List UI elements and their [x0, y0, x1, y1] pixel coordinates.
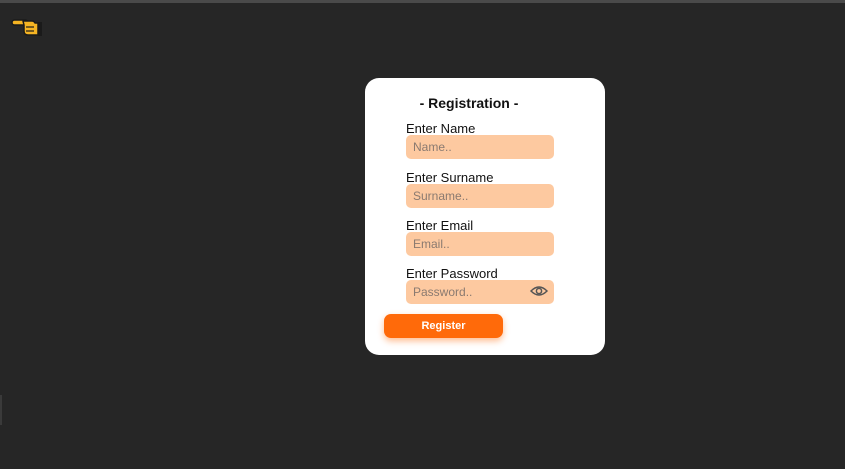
surname-input[interactable] [406, 184, 554, 208]
window-top-border [0, 0, 845, 3]
email-label: Enter Email [406, 218, 474, 233]
register-button[interactable]: Register [384, 314, 503, 338]
surname-label: Enter Surname [406, 170, 494, 185]
pointing-hand-left-icon [11, 19, 42, 36]
name-label: Enter Name [406, 121, 476, 136]
email-input[interactable] [406, 232, 554, 256]
form-title: - Registration - [419, 95, 519, 111]
password-label: Enter Password [406, 266, 498, 281]
name-input[interactable] [406, 135, 554, 159]
back-button[interactable] [10, 14, 44, 40]
eye-icon [529, 286, 549, 296]
show-password-toggle[interactable] [529, 284, 549, 298]
registration-card: - Registration - Enter Name Enter Surnam… [365, 78, 605, 355]
window-left-edge [0, 395, 2, 425]
